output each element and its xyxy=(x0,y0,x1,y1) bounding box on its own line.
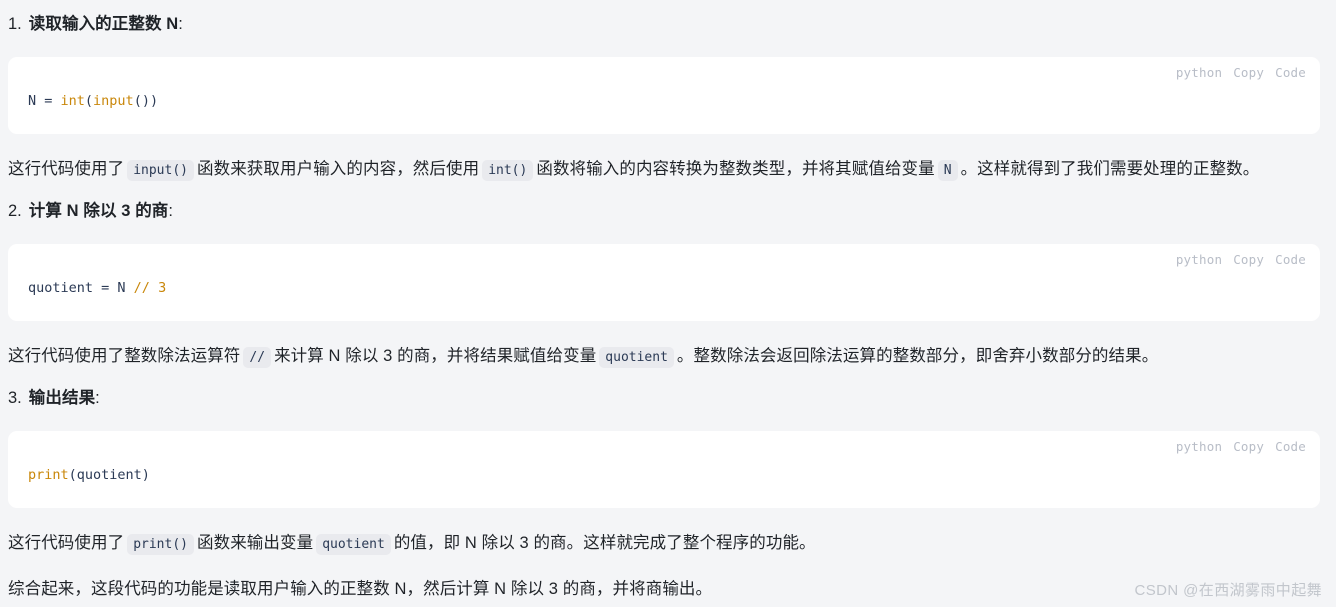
step-title: 输出结果 xyxy=(28,389,96,407)
step-title: 读取输入的正整数 N xyxy=(28,15,179,33)
list-marker: 1. xyxy=(8,15,22,33)
code-button[interactable]: Code xyxy=(1275,439,1306,454)
code-block-toolbar-3: python Copy Code xyxy=(1176,439,1306,454)
step-colon: : xyxy=(168,202,173,220)
copy-button[interactable]: Copy xyxy=(1233,65,1264,80)
code-block-1: python Copy Code N = int(input()) xyxy=(8,57,1320,134)
inline-code: quotient xyxy=(599,347,674,368)
step-colon: : xyxy=(95,389,100,407)
code-block-2: python Copy Code quotient = N // 3 xyxy=(8,244,1320,321)
code-button[interactable]: Code xyxy=(1275,65,1306,80)
step-colon: : xyxy=(178,15,183,33)
code-block-toolbar-1: python Copy Code xyxy=(1176,65,1306,80)
inline-code: print() xyxy=(127,534,194,555)
code-language-label: python xyxy=(1175,65,1223,80)
inline-code: input() xyxy=(127,160,194,181)
inline-code: // xyxy=(243,347,272,368)
copy-button[interactable]: Copy xyxy=(1233,439,1264,454)
inline-code: N xyxy=(937,160,958,181)
code-content-1[interactable]: N = int(input()) xyxy=(8,57,1320,113)
list-marker: 3. xyxy=(8,389,22,407)
step-title: 计算 N 除以 3 的商 xyxy=(28,202,169,220)
summary-paragraph: 综合起来，这段代码的功能是读取用户输入的正整数 N，然后计算 N 除以 3 的商… xyxy=(8,580,713,598)
step-heading-3: 3. 输出结果 : xyxy=(8,386,100,411)
inline-code: quotient xyxy=(316,534,391,555)
code-block-toolbar-2: python Copy Code xyxy=(1176,252,1306,267)
copy-button[interactable]: Copy xyxy=(1233,252,1264,267)
explanation-paragraph-1: 这行代码使用了 input() 函数来获取用户输入的内容，然后使用 int() 函数将输… xyxy=(8,156,1259,182)
article-body: 1. 读取输入的正整数 N : python Copy Code N = int… xyxy=(0,0,1336,607)
code-language-label: python xyxy=(1175,252,1223,267)
code-block-3: python Copy Code print(quotient) xyxy=(8,431,1320,508)
csdn-watermark: CSDN @在西湖雾雨中起舞 xyxy=(1134,582,1322,599)
explanation-paragraph-2: 这行代码使用了整数除法运算符//来计算 N 除以 3 的商，并将结果赋值给变量 q… xyxy=(8,343,1158,369)
code-language-label: python xyxy=(1175,439,1223,454)
step-heading-2: 2. 计算 N 除以 3 的商 : xyxy=(8,199,173,224)
inline-code: int() xyxy=(482,160,534,181)
list-marker: 2. xyxy=(8,202,22,220)
code-content-3[interactable]: print(quotient) xyxy=(8,431,1320,487)
explanation-paragraph-3: 这行代码使用了 print() 函数来输出变量 quotient 的值，即 N 除以 3… xyxy=(8,530,816,556)
step-heading-1: 1. 读取输入的正整数 N : xyxy=(8,12,183,37)
code-content-2[interactable]: quotient = N // 3 xyxy=(8,244,1320,300)
code-button[interactable]: Code xyxy=(1275,252,1306,267)
